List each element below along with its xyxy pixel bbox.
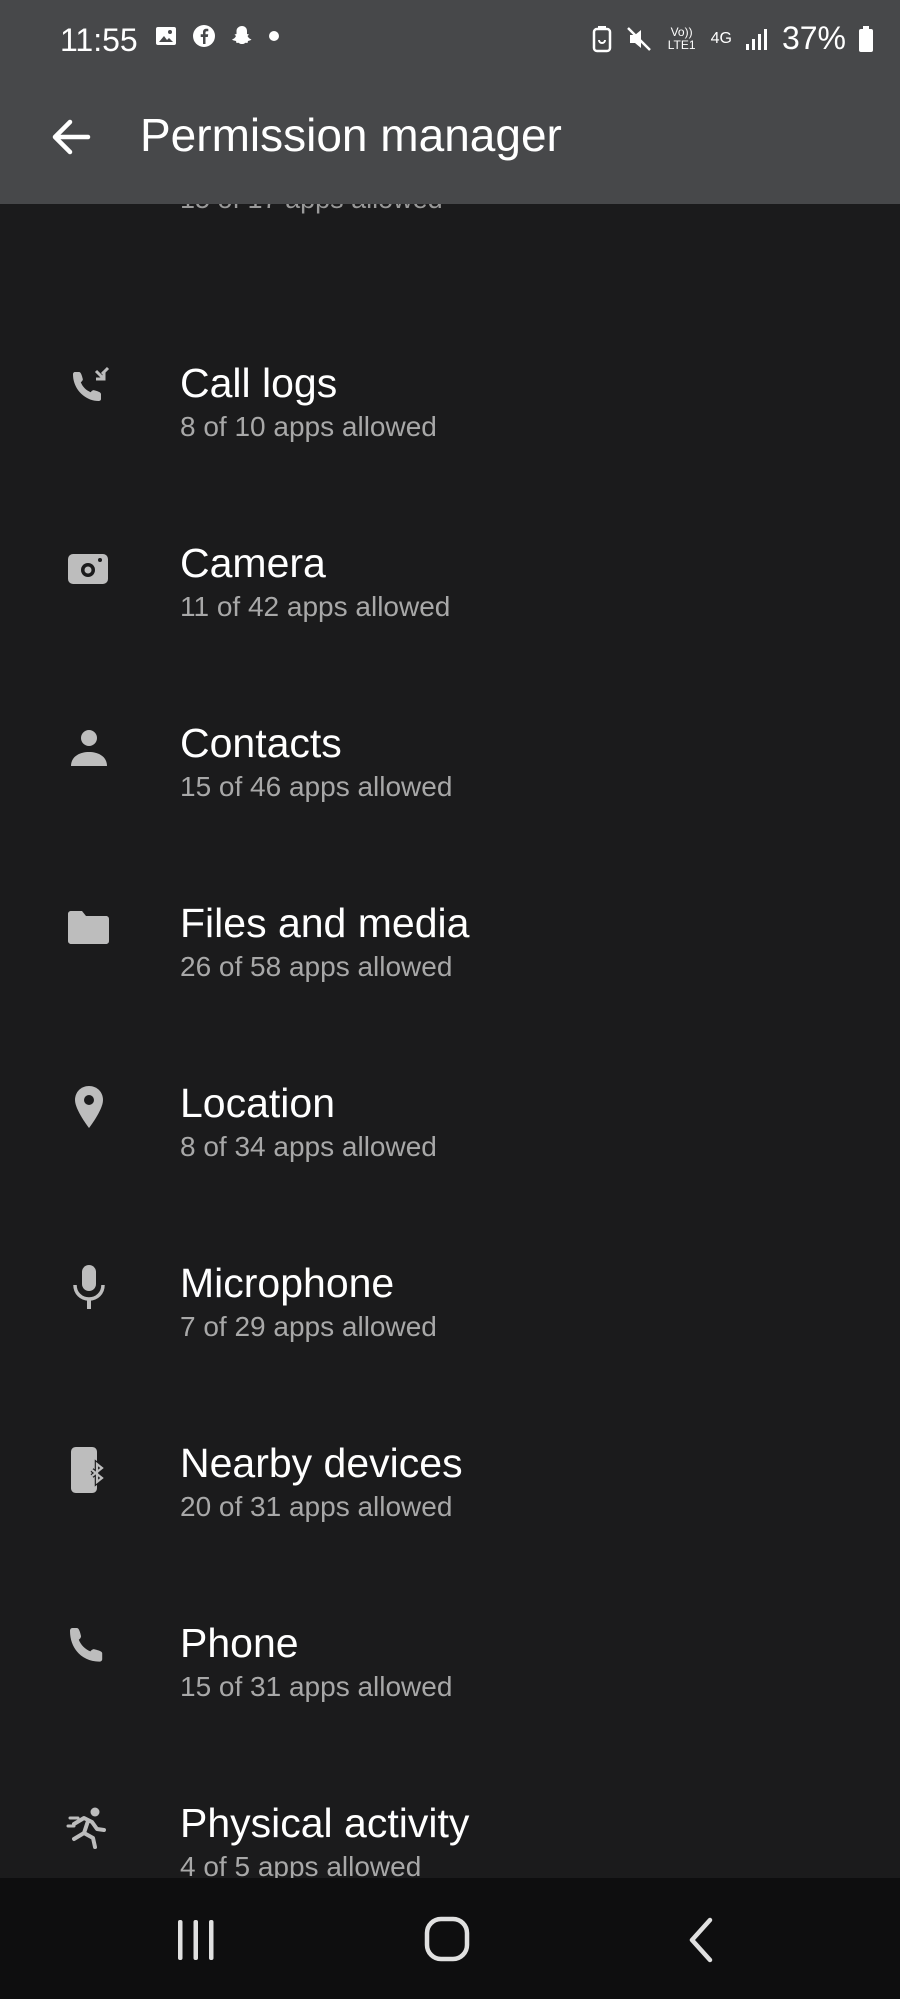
physical-activity-icon [66,1807,106,1849]
permission-title: Files and media [180,900,470,946]
status-bar: 11:55 Vo)) LTE1 4G 37% [0,0,900,82]
partial-list-item-subtitle: 15 of 17 apps allowed [180,204,443,215]
back-button[interactable] [672,1914,732,1966]
call-log-icon [73,366,110,401]
permission-subtitle: 20 of 31 apps allowed [180,1491,453,1522]
permission-title: Phone [180,1620,299,1666]
permission-item-microphone[interactable]: Microphone 7 of 29 apps allowed [0,1194,900,1374]
camera-icon [68,554,108,584]
app-bar: Permission manager [0,82,900,204]
home-button[interactable] [418,1914,478,1966]
status-time: 11:55 [60,22,138,58]
permission-subtitle: 8 of 34 apps allowed [180,1131,437,1162]
permission-list[interactable]: 15 of 17 apps allowed Call logs 8 of 10 … [0,204,900,1878]
permission-item-call-logs[interactable]: Call logs 8 of 10 apps allowed [0,294,900,474]
permission-subtitle: 4 of 5 apps allowed [180,1851,422,1878]
permission-subtitle: 15 of 46 apps allowed [180,771,453,802]
signal-icon [745,28,767,50]
permission-title: Physical activity [180,1800,470,1846]
permission-subtitle: 7 of 29 apps allowed [180,1311,437,1342]
permission-item-nearby-devices[interactable]: Nearby devices 20 of 31 apps allowed [0,1374,900,1554]
page-title: Permission manager [140,109,562,161]
permission-item-camera[interactable]: Camera 11 of 42 apps allowed [0,474,900,654]
notification-icons [154,24,280,48]
location-pin-icon [75,1086,103,1128]
permission-item-contacts[interactable]: Contacts 15 of 46 apps allowed [0,654,900,834]
permission-item-phone[interactable]: Phone 15 of 31 apps allowed [0,1554,900,1734]
battery-percent: 37% [781,20,846,56]
permission-subtitle: 11 of 42 apps allowed [180,591,451,622]
dot-icon [269,31,279,41]
system-status-icons: Vo)) LTE1 4G 37% [591,20,874,57]
permission-title: Camera [180,540,326,586]
back-arrow-button[interactable] [46,112,96,162]
network-type-label: 4G [710,29,732,47]
back-icon [689,1917,713,1963]
permission-item-location[interactable]: Location 8 of 34 apps allowed [0,1014,900,1194]
person-icon [71,730,107,766]
battery-icon [859,25,873,52]
home-icon [424,1916,470,1962]
folder-icon [68,911,109,944]
permission-item-physical-activity[interactable]: Physical activity 4 of 5 apps allowed [0,1734,900,1878]
permission-title: Nearby devices [180,1440,463,1486]
microphone-icon [73,1265,105,1309]
permission-subtitle: 26 of 58 apps allowed [180,951,453,982]
recents-icon [178,1920,214,1960]
permission-title: Location [180,1080,336,1126]
permission-title: Call logs [180,360,338,406]
navigation-bar [0,1878,900,1999]
facebook-icon [193,25,215,47]
battery-saver-icon [592,25,611,52]
phone-icon [70,1628,103,1662]
permission-title: Microphone [180,1260,395,1306]
back-arrow-icon [52,119,91,155]
permission-item-files-and-media[interactable]: Files and media 26 of 58 apps allowed [0,834,900,1014]
recents-button[interactable] [166,1914,226,1966]
permission-title: Contacts [180,720,342,766]
volte-label: Vo)) LTE1 [667,24,696,52]
permission-subtitle: 8 of 10 apps allowed [180,411,437,442]
snapchat-icon [232,26,252,44]
nearby-devices-icon [71,1447,106,1493]
permission-subtitle: 15 of 31 apps allowed [180,1671,453,1702]
mute-icon [626,26,651,51]
gallery-icon [156,27,176,45]
